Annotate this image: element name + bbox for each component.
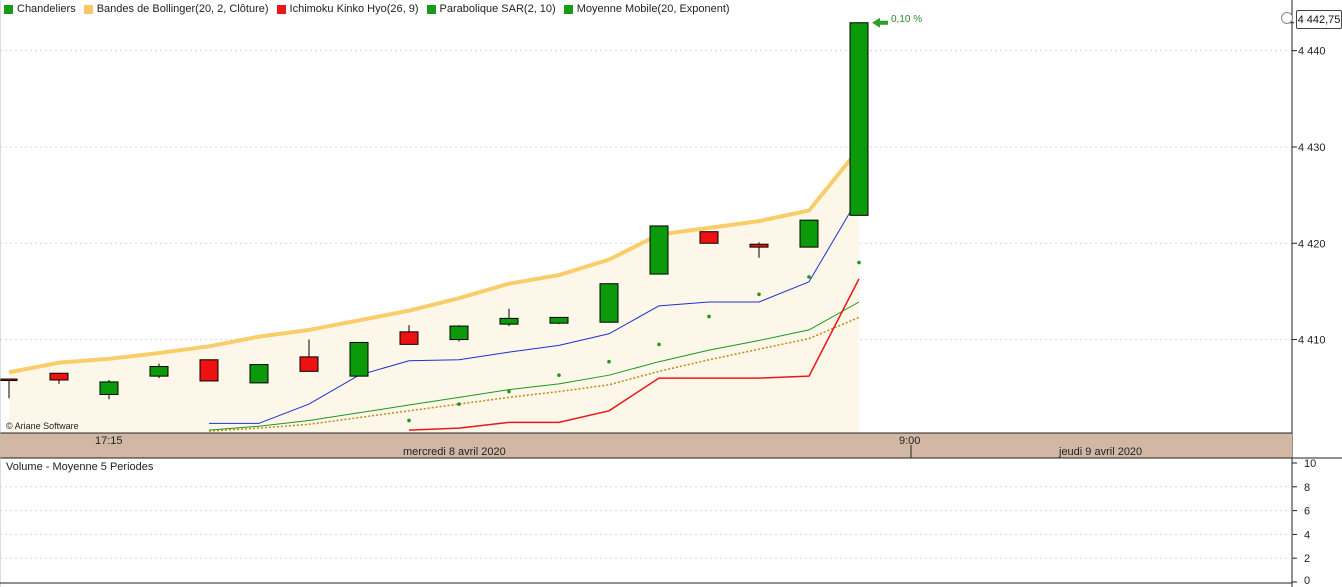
sar-dot — [807, 275, 811, 279]
sar-dot — [857, 260, 861, 265]
candle-body[interactable] — [699, 231, 719, 244]
candle-body[interactable] — [49, 372, 69, 381]
legend-label: Ichimoku Kinko Hyo(26, 9) — [289, 3, 419, 15]
legend-label: Bandes de Bollinger(20, 2, Clôture) — [96, 3, 269, 15]
candle-body[interactable] — [0, 378, 18, 382]
legend-swatch — [426, 4, 436, 14]
date-label-april-8: mercredi 8 avril 2020 — [403, 446, 506, 458]
candle-body[interactable] — [249, 364, 269, 384]
legend-item-candles[interactable]: Chandeliers — [4, 2, 76, 16]
legend-label: Moyenne Mobile(20, Exponent) — [576, 3, 730, 15]
sar-dot — [657, 342, 661, 347]
volume-panel: 10 8 6 4 2 0 — [0, 458, 1316, 587]
candle-body[interactable] — [649, 225, 669, 275]
legend-item-bollinger[interactable]: Bandes de Bollinger(20, 2, Clôture) — [83, 2, 269, 16]
candle-body[interactable] — [99, 381, 119, 395]
legend-swatch — [563, 4, 573, 14]
sar-dot — [757, 292, 761, 297]
legend-swatch — [83, 4, 93, 14]
price-tick-label: 4 430 — [1298, 142, 1326, 154]
sar-dot — [607, 359, 611, 364]
candle-body[interactable] — [549, 316, 569, 324]
candle-body[interactable] — [599, 283, 619, 323]
price-tick-label: 4 440 — [1298, 46, 1326, 58]
volume-tick-label: 4 — [1304, 529, 1310, 541]
change-percent-label: 0,10 % — [891, 14, 923, 25]
chart-canvas: 4 410 4 420 4 430 4 440 10 8 6 4 2 0 — [0, 0, 1342, 587]
chart-legend: Chandeliers Bandes de Bollinger(20, 2, C… — [4, 2, 738, 16]
volume-panel-title: Volume - Moyenne 5 Periodes — [6, 461, 154, 473]
sar-dot — [557, 373, 561, 377]
candle-body[interactable] — [449, 325, 469, 341]
candle-body[interactable] — [799, 219, 819, 248]
sar-dot — [407, 418, 411, 423]
legend-item-ichimoku[interactable]: Ichimoku Kinko Hyo(26, 9) — [276, 2, 419, 16]
price-tick-label: 4 420 — [1298, 238, 1326, 250]
volume-tick-label: 6 — [1304, 506, 1310, 518]
candle-body[interactable] — [499, 317, 519, 325]
candle-body[interactable] — [749, 243, 769, 248]
candle-body[interactable] — [849, 22, 869, 216]
bollinger-band-fill — [9, 148, 859, 432]
sar-dot — [457, 402, 461, 406]
sar-dot — [707, 314, 711, 319]
volume-tick-label: 2 — [1304, 553, 1310, 565]
chart-options-button[interactable] — [1281, 12, 1293, 24]
price-tick-label: 4 410 — [1298, 335, 1326, 347]
legend-item-ema[interactable]: Moyenne Mobile(20, Exponent) — [563, 2, 730, 16]
volume-tick-label: 0 — [1304, 575, 1310, 587]
legend-swatch — [4, 4, 13, 14]
candle-body[interactable] — [399, 331, 419, 345]
legend-swatch — [276, 4, 286, 14]
price-axis-labels: 4 410 4 420 4 430 4 440 — [1298, 46, 1326, 347]
candle-body[interactable] — [349, 341, 369, 377]
last-price-badge: 4 442,75 — [1296, 10, 1342, 29]
sar-dot — [507, 389, 511, 394]
volume-tick-label: 10 — [1304, 458, 1316, 470]
volume-tick-label: 8 — [1304, 482, 1310, 494]
candle-body[interactable] — [199, 359, 219, 382]
candle-body[interactable] — [299, 356, 319, 372]
change-arrow-icon — [872, 17, 888, 28]
legend-item-sar[interactable]: Parabolique SAR(2, 10) — [426, 2, 556, 16]
date-label-april-9: jeudi 9 avril 2020 — [1059, 446, 1143, 458]
candle-body[interactable] — [149, 366, 169, 377]
time-tick-900: 9:00 — [899, 435, 921, 447]
legend-label: Chandeliers — [17, 3, 76, 15]
copyright-credit: © Ariane Software — [6, 421, 79, 431]
time-tick-1715: 17:15 — [95, 435, 123, 447]
legend-label: Parabolique SAR(2, 10) — [439, 3, 556, 15]
